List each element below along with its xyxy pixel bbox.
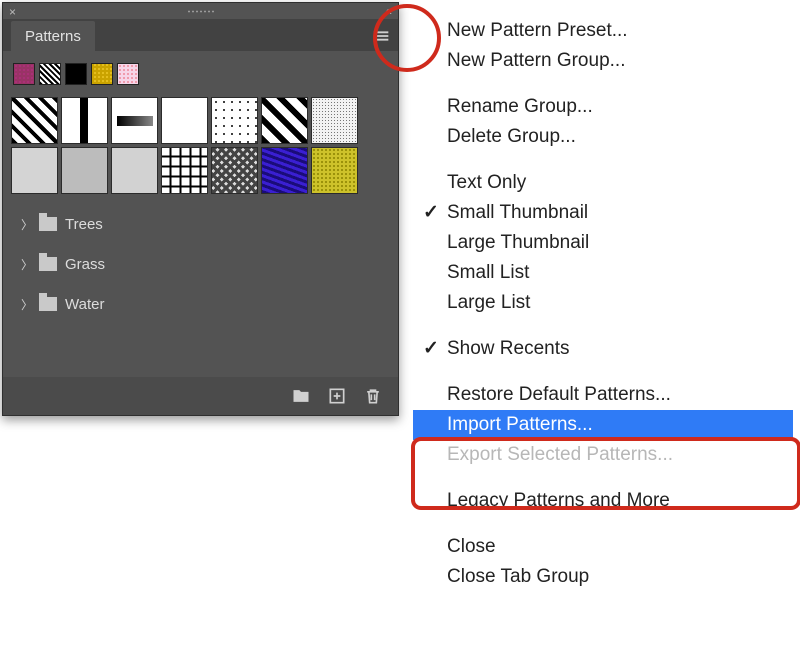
pattern-swatch[interactable] (211, 97, 258, 144)
menu-item-small-thumbnail[interactable]: ✓ Small Thumbnail (413, 198, 793, 228)
pattern-swatch[interactable] (161, 97, 208, 144)
panel-header[interactable]: × « (3, 3, 398, 19)
menu-item-label: Restore Default Patterns... (447, 384, 671, 405)
menu-item-label: Export Selected Patterns... (447, 444, 673, 465)
delete-button[interactable] (362, 385, 384, 407)
panel-footer (3, 377, 398, 415)
menu-item-large-list[interactable]: Large List (413, 288, 793, 318)
menu-item-legacy-patterns-and-more[interactable]: Legacy Patterns and More (413, 486, 793, 516)
menu-item-label: Small List (447, 262, 529, 283)
menu-item-label: Large List (447, 292, 530, 313)
menu-item-large-thumbnail[interactable]: Large Thumbnail (413, 228, 793, 258)
menu-item-label: Legacy Patterns and More (447, 490, 670, 511)
recent-swatch[interactable] (13, 63, 35, 85)
menu-item-label: Close (447, 536, 496, 557)
close-icon[interactable]: × (9, 5, 16, 19)
folder-water[interactable]: 〉 Water (7, 284, 394, 324)
pattern-swatch[interactable] (11, 147, 58, 194)
pattern-swatch[interactable] (61, 97, 108, 144)
menu-item-restore-default-patterns[interactable]: Restore Default Patterns... (413, 380, 793, 410)
menu-item-small-list[interactable]: Small List (413, 258, 793, 288)
pattern-swatch[interactable] (111, 97, 158, 144)
pattern-swatch[interactable] (211, 147, 258, 194)
menu-item-new-pattern-group[interactable]: New Pattern Group... (413, 46, 793, 76)
menu-item-label: Small Thumbnail (447, 202, 588, 223)
check-icon: ✓ (423, 198, 439, 228)
panel-body: 〉 Trees 〉 Grass 〉 Water (3, 51, 398, 330)
menu-item-text-only[interactable]: Text Only (413, 168, 793, 198)
menu-item-label: Close Tab Group (447, 566, 589, 587)
menu-item-export-selected-patterns: Export Selected Patterns... (413, 440, 793, 470)
menu-item-rename-group[interactable]: Rename Group... (413, 92, 793, 122)
recent-swatch[interactable] (39, 63, 61, 85)
folder-icon (39, 257, 57, 271)
folder-label: Trees (65, 216, 103, 233)
chevron-right-icon: 〉 (21, 296, 31, 313)
menu-item-close-tab-group[interactable]: Close Tab Group (413, 562, 793, 592)
pattern-swatch[interactable] (111, 147, 158, 194)
menu-separator (413, 364, 793, 380)
recent-swatch[interactable] (65, 63, 87, 85)
tab-patterns[interactable]: Patterns (11, 21, 95, 52)
menu-item-delete-group[interactable]: Delete Group... (413, 122, 793, 152)
pattern-swatch[interactable] (261, 147, 308, 194)
new-pattern-button[interactable] (326, 385, 348, 407)
pattern-grid (7, 95, 394, 198)
menu-item-label: Show Recents (447, 338, 570, 359)
collapse-icon[interactable]: « (385, 4, 392, 18)
menu-item-label: Large Thumbnail (447, 232, 589, 253)
menu-item-close[interactable]: Close (413, 532, 793, 562)
menu-separator (413, 76, 793, 92)
pattern-swatch[interactable] (61, 147, 108, 194)
menu-item-label: Delete Group... (447, 126, 576, 147)
recents-row (7, 57, 394, 95)
menu-separator (413, 470, 793, 486)
menu-item-new-pattern-preset[interactable]: New Pattern Preset... (413, 16, 793, 46)
menu-item-label: Import Patterns... (447, 414, 593, 435)
patterns-panel: × « Patterns (2, 2, 399, 416)
tab-row: Patterns (3, 19, 398, 51)
menu-item-label: Rename Group... (447, 96, 593, 117)
menu-separator (413, 318, 793, 334)
pattern-swatch[interactable] (311, 147, 358, 194)
folder-label: Water (65, 296, 104, 313)
menu-separator (413, 516, 793, 532)
menu-item-show-recents[interactable]: ✓ Show Recents (413, 334, 793, 364)
folder-icon (39, 217, 57, 231)
pattern-swatch[interactable] (261, 97, 308, 144)
menu-item-label: New Pattern Preset... (447, 20, 628, 41)
flyout-menu: New Pattern Preset... New Pattern Group..… (413, 10, 793, 598)
folder-icon (39, 297, 57, 311)
menu-separator (413, 152, 793, 168)
menu-item-import-patterns[interactable]: Import Patterns... (413, 410, 793, 440)
pattern-swatch[interactable] (311, 97, 358, 144)
flyout-menu-icon[interactable] (370, 25, 392, 47)
pattern-swatch[interactable] (11, 97, 58, 144)
pattern-swatch[interactable] (161, 147, 208, 194)
menu-item-label: New Pattern Group... (447, 50, 625, 71)
chevron-right-icon: 〉 (21, 256, 31, 273)
menu-item-label: Text Only (447, 172, 526, 193)
folder-trees[interactable]: 〉 Trees (7, 204, 394, 244)
check-icon: ✓ (423, 334, 439, 364)
folder-grass[interactable]: 〉 Grass (7, 244, 394, 284)
folder-list: 〉 Trees 〉 Grass 〉 Water (7, 198, 394, 324)
new-group-button[interactable] (290, 385, 312, 407)
chevron-right-icon: 〉 (21, 216, 31, 233)
recent-swatch[interactable] (117, 63, 139, 85)
recent-swatch[interactable] (91, 63, 113, 85)
folder-label: Grass (65, 256, 105, 273)
drag-handle-icon[interactable] (187, 10, 215, 13)
